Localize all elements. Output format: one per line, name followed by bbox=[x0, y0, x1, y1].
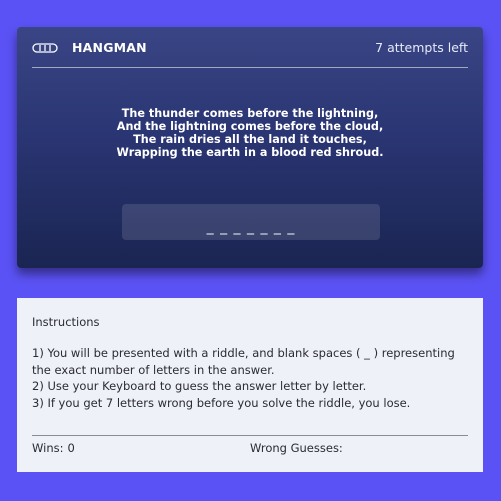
instruction-item: 3) If you get 7 letters wrong before you… bbox=[32, 395, 411, 410]
logo-icon bbox=[32, 42, 58, 53]
instructions-title: Instructions bbox=[32, 315, 100, 329]
stats-bar: Wins: 0 Wrong Guesses: bbox=[32, 435, 468, 458]
riddle-line: The rain dries all the land it touches, bbox=[133, 133, 367, 146]
attempts-left: 7 attempts left bbox=[375, 39, 468, 55]
riddle-line: And the lightning comes before the cloud… bbox=[116, 120, 384, 133]
wins-label: Wins: bbox=[32, 441, 64, 455]
game-panel: HANGMAN 7 attempts left The thunder come… bbox=[17, 27, 483, 268]
wins-counter: Wins: 0 bbox=[32, 441, 75, 455]
game-header: HANGMAN 7 attempts left bbox=[32, 27, 468, 68]
riddle-text: The thunder comes before the lightning, … bbox=[17, 107, 483, 159]
game-title: HANGMAN bbox=[72, 39, 147, 55]
wrong-guesses: Wrong Guesses: bbox=[250, 441, 347, 455]
instruction-item: 2) Use your Keyboard to guess the answer… bbox=[32, 379, 367, 393]
riddle-line: The thunder comes before the lightning, bbox=[121, 107, 379, 120]
answer-blanks: _ _ _ _ _ _ _ bbox=[206, 219, 296, 235]
wins-value: 0 bbox=[67, 441, 75, 455]
riddle-line: Wrapping the earth in a blood red shroud… bbox=[116, 146, 384, 159]
instructions-panel: Instructions 1) You will be presented wi… bbox=[17, 298, 483, 472]
instructions-list: 1) You will be presented with a riddle, … bbox=[32, 345, 472, 411]
wrong-guesses-label: Wrong Guesses: bbox=[250, 441, 343, 455]
answer-blanks-box: _ _ _ _ _ _ _ bbox=[122, 204, 380, 240]
instruction-item: 1) You will be presented with a riddle, … bbox=[32, 346, 455, 377]
